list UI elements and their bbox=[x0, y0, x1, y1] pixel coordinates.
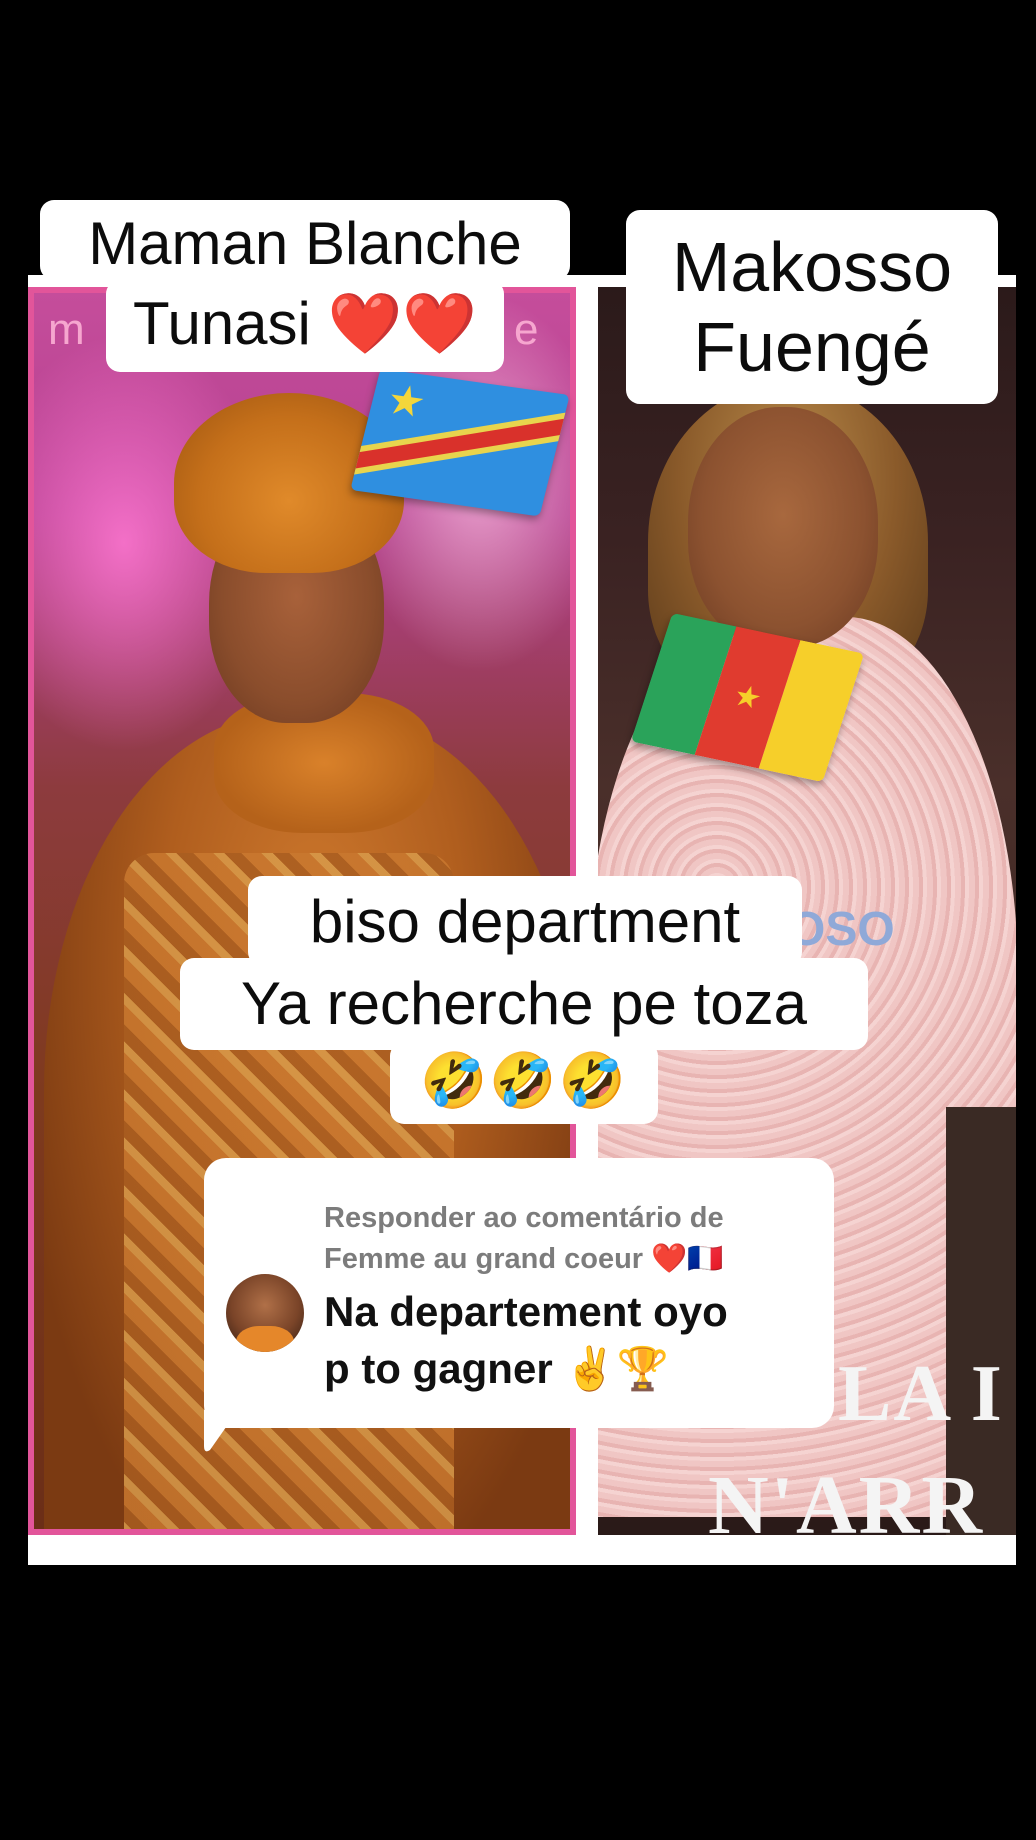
reply-body-line2: p to gagner ✌️🏆 bbox=[324, 1344, 669, 1392]
video-stage[interactable]: m e OSO LA I N'ARR ★ ★ Maman Blanche Tun… bbox=[0, 0, 1036, 1840]
right-person-face bbox=[688, 407, 878, 647]
right-bottom-text-1: LA I bbox=[838, 1350, 1004, 1438]
star-icon: ★ bbox=[729, 678, 766, 716]
left-name-label-line1: Maman Blanche bbox=[40, 200, 570, 280]
caption-line-2: Ya recherche pe toza bbox=[180, 958, 868, 1050]
comment-reply-bubble[interactable]: Responder ao comentário de Femme au gran… bbox=[204, 1158, 834, 1428]
left-background-letter-1: m bbox=[48, 305, 85, 354]
star-icon: ★ bbox=[381, 375, 431, 427]
drc-flag-icon: ★ bbox=[350, 368, 570, 517]
reply-body-line1: Na departement oyo bbox=[324, 1288, 728, 1335]
right-name-label: Makosso Fuengé bbox=[626, 210, 998, 404]
right-watermark-text: OSO bbox=[788, 903, 895, 956]
reply-bubble-tail bbox=[204, 1410, 238, 1452]
left-name-label-line2: Tunasi ❤️❤️ bbox=[106, 280, 504, 372]
reply-header-line1: Responder ao comentário de bbox=[324, 1202, 724, 1234]
reply-comment-text: Na departement oyo p to gagner ✌️🏆 bbox=[324, 1284, 824, 1397]
avatar-shirt bbox=[236, 1326, 294, 1352]
left-background-letter-2: e bbox=[514, 305, 539, 354]
right-bottom-text-2: N'ARR bbox=[708, 1459, 984, 1535]
caption-emoji-line: 🤣🤣🤣 bbox=[390, 1042, 658, 1124]
reply-header: Responder ao comentário de Femme au gran… bbox=[324, 1198, 814, 1279]
reply-header-line2: Femme au grand coeur ❤️🇫🇷 bbox=[324, 1242, 724, 1275]
caption-line-1: biso department bbox=[248, 876, 802, 966]
user-avatar[interactable] bbox=[226, 1274, 304, 1352]
